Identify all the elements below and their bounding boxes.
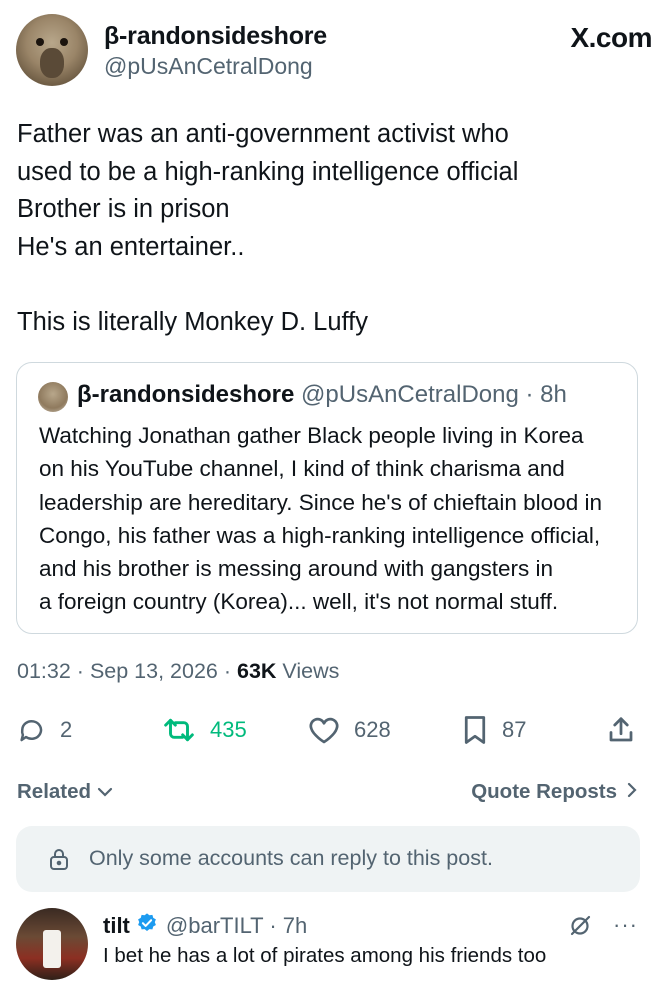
heart-icon	[308, 715, 340, 745]
tweet-line: Brother is in prison	[17, 195, 230, 223]
avatar-cup	[43, 930, 61, 968]
quote-author-name: β-randonsideshore	[77, 381, 295, 408]
verified-badge-icon	[136, 912, 158, 940]
related-dropdown[interactable]: Related	[17, 780, 113, 804]
quote-line: and his brother is messing around with g…	[39, 556, 554, 582]
bookmark-icon	[462, 715, 488, 745]
quote-line: on his YouTube channel, I kind of think …	[39, 456, 565, 482]
author-name[interactable]: β-randonsideshore	[104, 22, 327, 51]
avatar-eye	[36, 38, 44, 46]
tweet-line: This is literally Monkey D. Luffy	[17, 307, 368, 336]
meta-separator: ·	[76, 659, 90, 683]
share-button[interactable]	[606, 708, 636, 752]
reply-author-name[interactable]: tilt	[103, 913, 130, 939]
quote-line: leadership are hereditary. Since he's of…	[39, 489, 602, 515]
like-count: 628	[354, 717, 391, 742]
quote-reposts-label: Quote Reposts	[471, 780, 617, 803]
reply-meta: @barTILT · 7h	[165, 913, 308, 938]
repost-count: 435	[210, 717, 247, 742]
views-label: Views	[282, 659, 340, 683]
related-label: Related	[17, 780, 92, 803]
quote-reposts-link[interactable]: Quote Reposts	[471, 780, 637, 804]
repost-icon	[162, 715, 196, 745]
quote-line: Watching Jonathan gather Black people li…	[39, 423, 584, 448]
reply-restriction-notice: Only some accounts can reply to this pos…	[16, 826, 640, 892]
quote-header: β-randonsideshore @pUsAnCetralDong · 8h	[77, 381, 567, 409]
tweet-text: Father was an anti-government activist w…	[17, 116, 637, 341]
related-row: Related Quote Reposts	[17, 780, 639, 808]
reply-icon	[16, 715, 46, 745]
more-options-icon[interactable]: ···	[613, 912, 638, 938]
quoted-tweet[interactable]: β-randonsideshore @pUsAnCetralDong · 8h …	[16, 362, 638, 634]
bookmark-button[interactable]: 87	[462, 708, 526, 752]
reply-button[interactable]: 2	[16, 708, 72, 752]
tweet-line: He's an entertainer..	[17, 232, 245, 261]
views-count: 63K	[236, 659, 277, 683]
tweet-header: β-randonsideshore @pUsAnCetralDong X.com	[16, 14, 656, 90]
chevron-right-icon	[627, 780, 637, 804]
tweet-line: Father was an anti-government activist w…	[17, 120, 509, 148]
reply-header: tilt @barTILT · 7h	[103, 912, 307, 940]
quote-text: Watching Jonathan gather Black people li…	[39, 419, 629, 619]
repost-button[interactable]: 435	[162, 708, 247, 752]
like-button[interactable]: 628	[308, 708, 391, 752]
chevron-down-icon	[97, 780, 113, 804]
reply-avatar[interactable]	[16, 908, 88, 980]
tweet-line: used to be a high-ranking intelligence o…	[17, 157, 519, 186]
reply-count: 2	[60, 717, 73, 742]
quote-line: a foreign country (Korea)... well, it's …	[39, 589, 559, 615]
grok-icon[interactable]	[568, 914, 592, 943]
bookmark-count: 87	[502, 717, 527, 742]
avatar-snout	[40, 48, 64, 78]
quote-avatar	[38, 382, 68, 412]
author-handle[interactable]: @pUsAnCetralDong	[104, 53, 313, 80]
action-bar: 2 435 628 87	[16, 708, 638, 752]
reply-text: I bet he has a lot of pirates among his …	[103, 944, 547, 967]
tweet-line	[17, 266, 637, 304]
quote-meta: @pUsAnCetralDong · 8h	[301, 381, 567, 408]
reply-notice-text: Only some accounts can reply to this pos…	[89, 846, 493, 870]
tweet-time[interactable]: 01:32	[17, 659, 71, 683]
reply-item[interactable]: tilt @barTILT · 7h I bet he has a lot of…	[16, 908, 640, 992]
tweet-meta: 01:32 · Sep 13, 2026 · 63K Views	[17, 659, 339, 684]
tweet-date[interactable]: Sep 13, 2026	[90, 659, 218, 683]
share-icon	[606, 715, 636, 745]
quote-line: Congo, his father was a high-ranking int…	[39, 522, 601, 548]
avatar-eye	[60, 38, 68, 46]
meta-separator: ·	[223, 659, 237, 683]
site-logo: X.com	[570, 22, 652, 53]
author-avatar[interactable]	[16, 14, 88, 86]
lock-icon	[48, 847, 70, 876]
